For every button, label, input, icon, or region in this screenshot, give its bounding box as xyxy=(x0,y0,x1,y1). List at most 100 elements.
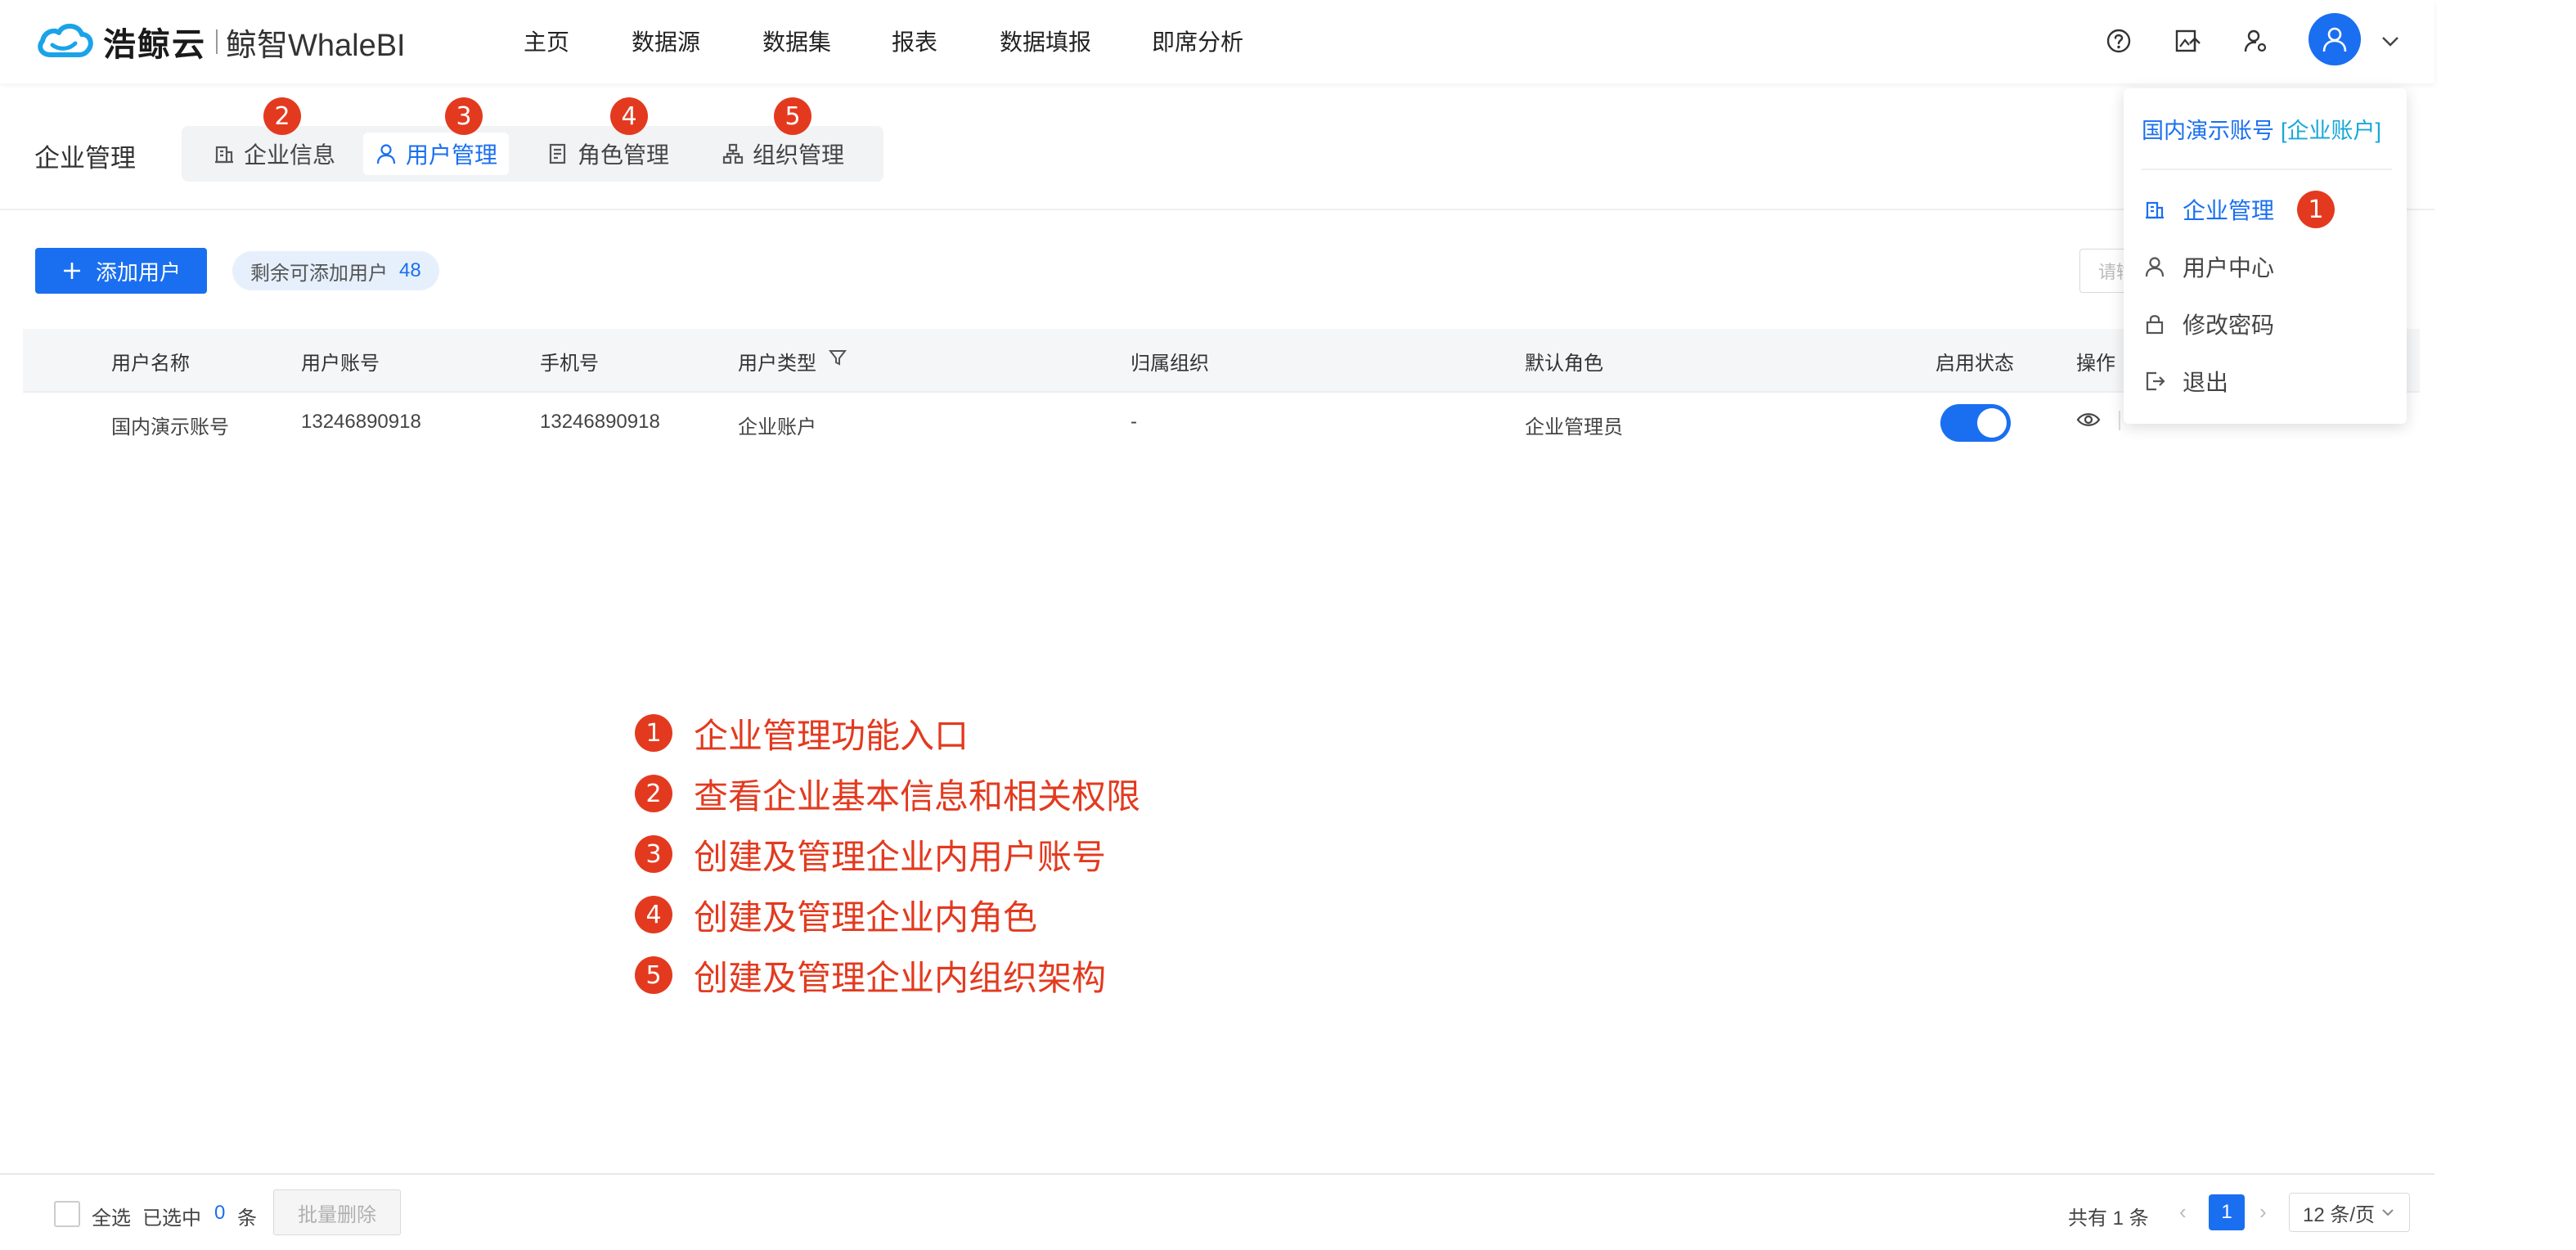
account-name: 国内演示账号 xyxy=(2142,119,2274,143)
brand-logo[interactable]: 浩鲸云 鲸智WhaleBI xyxy=(36,18,406,65)
page-title: 企业管理 xyxy=(34,144,136,173)
annotation-badge-2: 2 xyxy=(263,97,301,135)
nav-datasource[interactable]: 数据源 xyxy=(632,25,700,57)
annotation-number: 4 xyxy=(635,896,672,933)
annotation-badge-4: 4 xyxy=(610,97,648,135)
annotation-text: 企业管理功能入口 xyxy=(694,716,969,755)
total-count: 共有 1 条 xyxy=(2068,1207,2149,1230)
cell-phone: 13246890918 xyxy=(540,411,660,433)
user-icon xyxy=(2145,257,2165,277)
prev-page-icon[interactable]: ‹ xyxy=(2179,1199,2187,1225)
nav-home[interactable]: 主页 xyxy=(524,25,569,57)
th-enabled: 启用状态 xyxy=(1935,353,2014,375)
annotation-item-3: 3 创建及管理企业内用户账号 xyxy=(635,831,1106,877)
footer-divider xyxy=(0,1173,2434,1175)
plus-icon xyxy=(63,263,80,279)
tab-user-management[interactable]: 用户管理 xyxy=(363,133,510,175)
menu-label: 退出 xyxy=(2183,370,2229,395)
header-divider xyxy=(0,209,2434,210)
tab-label: 用户管理 xyxy=(406,142,498,168)
page-1-button[interactable]: 1 xyxy=(2209,1194,2245,1230)
nav-dataset[interactable]: 数据集 xyxy=(762,25,831,57)
cell-account: 13246890918 xyxy=(301,411,421,433)
menu-label: 企业管理 xyxy=(2183,198,2275,223)
nav-report[interactable]: 报表 xyxy=(892,25,937,57)
menu-label: 修改密码 xyxy=(2183,312,2275,338)
annotation-text: 创建及管理企业内角色 xyxy=(694,897,1038,937)
cell-username: 国内演示账号 xyxy=(111,416,229,438)
product-name: 鲸智WhaleBI xyxy=(226,28,406,63)
annotation-text: 创建及管理企业内组织架构 xyxy=(694,958,1107,997)
annotation-number: 5 xyxy=(635,956,672,994)
th-phone: 手机号 xyxy=(540,353,599,375)
annotation-badge-1: 1 xyxy=(2297,191,2335,228)
tab-label: 角色管理 xyxy=(578,142,670,168)
avatar-user-icon xyxy=(2322,27,2347,52)
tab-org-management[interactable]: 组织管理 xyxy=(710,133,856,175)
select-all-checkbox[interactable] xyxy=(54,1201,80,1227)
nav-data-fill[interactable]: 数据填报 xyxy=(1000,25,1091,57)
next-page-icon[interactable]: › xyxy=(2259,1199,2267,1225)
view-eye-icon[interactable] xyxy=(2076,409,2101,434)
annotation-number: 2 xyxy=(635,775,672,812)
row-divider xyxy=(23,391,2420,393)
select-all-label: 全选 xyxy=(92,1207,131,1230)
th-actions: 操作 xyxy=(2076,353,2115,375)
th-org: 归属组织 xyxy=(1131,353,1209,375)
th-username: 用户名称 xyxy=(111,353,190,375)
remaining-label: 剩余可添加用户 xyxy=(250,262,388,285)
enabled-toggle[interactable] xyxy=(1940,404,2011,442)
help-icon[interactable] xyxy=(2101,23,2137,59)
annotation-item-1: 1 企业管理功能入口 xyxy=(635,710,969,756)
brand-name: 浩鲸云 xyxy=(103,27,206,63)
selected-suffix: 条 xyxy=(237,1207,257,1230)
cloud-logo-icon xyxy=(36,20,95,64)
page-size-value: 12 条/页 xyxy=(2302,1203,2376,1226)
account-type: [企业账户] xyxy=(2281,119,2382,143)
menu-change-password[interactable]: 修改密码 xyxy=(2143,306,2274,342)
annotation-item-5: 5 创建及管理企业内组织架构 xyxy=(635,952,1106,998)
annotation-item-4: 4 创建及管理企业内角色 xyxy=(635,892,1037,938)
nav-adhoc-analysis[interactable]: 即席分析 xyxy=(1152,25,1243,57)
brand-divider xyxy=(216,29,218,54)
th-user-type: 用户类型 xyxy=(738,353,816,375)
dropdown-account: 国内演示账号 [企业账户] xyxy=(2142,113,2381,145)
menu-logout[interactable]: 退出 xyxy=(2143,363,2228,399)
add-user-button[interactable]: 添加用户 xyxy=(35,248,207,294)
remaining-count: 48 xyxy=(399,259,421,281)
logout-icon xyxy=(2146,371,2165,391)
cell-default-role: 企业管理员 xyxy=(1525,416,1623,438)
menu-user-center[interactable]: 用户中心 xyxy=(2143,249,2274,285)
th-default-role: 默认角色 xyxy=(1525,353,1603,375)
menu-label: 用户中心 xyxy=(2183,255,2275,281)
chevron-down-icon[interactable] xyxy=(2372,23,2408,59)
menu-enterprise-management[interactable]: 企业管理 1 xyxy=(2143,191,2335,228)
user-settings-icon[interactable] xyxy=(2238,23,2274,59)
cell-org: - xyxy=(1131,411,1137,433)
bulk-delete-button[interactable]: 批量删除 xyxy=(273,1189,401,1235)
cell-user-type: 企业账户 xyxy=(738,416,816,438)
annotation-text: 查看企业基本信息和相关权限 xyxy=(694,776,1141,816)
image-upload-icon[interactable] xyxy=(2169,23,2205,59)
lock-icon xyxy=(2146,315,2164,335)
tab-label: 组织管理 xyxy=(753,142,845,168)
tab-role-management[interactable]: 角色管理 xyxy=(535,133,681,175)
chevron-down-icon xyxy=(2382,1209,2394,1216)
remaining-users-badge: 剩余可添加用户 48 xyxy=(232,251,439,290)
org-tree-icon xyxy=(722,143,744,164)
selected-count: 0 xyxy=(214,1202,226,1224)
filter-icon[interactable] xyxy=(828,348,847,371)
annotation-number: 3 xyxy=(635,835,672,873)
th-account: 用户账号 xyxy=(301,353,380,375)
annotation-badge-5: 5 xyxy=(774,97,811,135)
tab-label: 企业信息 xyxy=(244,142,336,168)
table-header xyxy=(23,329,2420,391)
tab-enterprise-info[interactable]: 企业信息 xyxy=(201,133,347,175)
annotation-text: 创建及管理企业内用户账号 xyxy=(694,837,1107,876)
page-size-select[interactable]: 12 条/页 xyxy=(2289,1193,2410,1232)
user-avatar[interactable] xyxy=(2309,13,2361,65)
annotation-badge-3: 3 xyxy=(445,97,483,135)
building-icon xyxy=(215,146,233,164)
page-root: 浩鲸云 鲸智WhaleBI 主页 数据源 数据集 报表 数据填报 即席分析 企业… xyxy=(0,0,2434,1250)
action-divider xyxy=(2119,411,2120,430)
